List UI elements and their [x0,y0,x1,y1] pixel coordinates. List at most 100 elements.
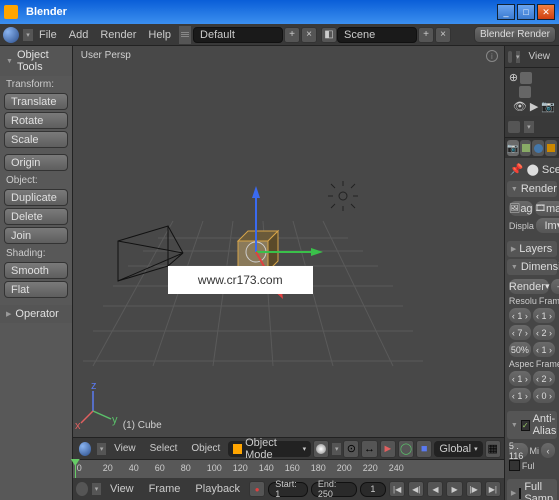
outliner-editor-icon[interactable] [508,51,512,63]
editor-type-dropdown[interactable]: ▾ [23,29,33,41]
end-frame-field[interactable]: End: 250 [311,482,357,497]
manip-rotate-icon[interactable]: ◯ [398,440,414,458]
tab-world[interactable] [532,140,544,156]
layers-button[interactable]: ▦ [485,440,501,458]
restrict-select-icon[interactable]: ▶ [530,100,538,113]
menu-render[interactable]: Render [94,29,142,41]
vp-menu-view[interactable]: View [108,443,142,454]
join-button[interactable]: Join [4,227,68,244]
antialias-check[interactable]: ✓ [521,420,530,431]
record-button[interactable]: ● [249,481,265,497]
current-frame-field[interactable]: 1 [360,482,386,497]
pivot-button[interactable]: ⊙ [343,440,359,458]
layout-remove-button[interactable]: × [301,27,317,43]
render-image-button[interactable]: 🖼 ag [509,201,533,216]
translate-button[interactable]: Translate [4,93,68,110]
smooth-button[interactable]: Smooth [4,262,68,279]
scale-button[interactable]: Scale [4,131,68,148]
operator-panel-header[interactable]: Operator [0,305,72,323]
render-preset-dropdown[interactable]: Render ▾ [509,279,550,294]
menu-help[interactable]: Help [142,29,177,41]
outliner-editor-dropdown[interactable]: ▾ [516,51,520,63]
fullsample-check[interactable] [509,460,520,471]
aa-sample-field[interactable]: 5 . 116 [509,443,528,458]
render-panel-header[interactable]: Render [507,181,557,197]
antialias-panel-header[interactable]: ✓ Anti-Alias [507,411,557,439]
play-button[interactable]: ▶ [446,481,462,497]
manip-translate-icon[interactable]: ► [380,440,396,458]
aspect-y-field[interactable]: ‹ 1 › [509,388,531,403]
properties-editor-icon[interactable] [508,121,520,133]
aspect-x-field[interactable]: ‹ 1 › [509,371,531,386]
reso-y-field[interactable]: ‹ 7 › [509,325,531,340]
next-keyframe-button[interactable]: |▶ [466,481,482,497]
restrict-render-icon[interactable]: 📷 [541,100,555,113]
render-anim-button[interactable]: 🎞 mat [535,201,559,216]
display-dropdown[interactable]: Im ▾ [536,218,559,233]
properties-editor-dropdown[interactable]: ▾ [524,121,534,133]
viewport-editor-icon[interactable] [79,442,91,456]
vp-menu-object[interactable]: Object [185,443,226,454]
reso-pct-field[interactable]: 50% [509,342,531,357]
layers-panel-header[interactable]: Layers [507,241,557,257]
pin-icon[interactable]: 📌 [510,163,524,176]
shading-mode-button[interactable] [313,440,329,458]
tab-scene[interactable] [520,140,532,156]
outliner-view-menu[interactable]: View [523,51,557,62]
rotate-button[interactable]: Rotate [4,112,68,129]
tl-menu-frame[interactable]: Frame [143,483,187,495]
delete-button[interactable]: Delete [4,208,68,225]
object-tools-panel-header[interactable]: Object Tools [0,46,72,76]
scene-browse-button[interactable]: ◧ [321,27,337,43]
orientation-dropdown[interactable]: Global▾ [434,441,482,457]
viewport-editor-dropdown[interactable]: ▾ [97,443,106,455]
fullsample-panel-header[interactable]: Full Samp [507,479,557,500]
outliner-object-row[interactable] [507,85,557,99]
screen-layout-field[interactable]: Default [193,27,283,43]
tl-menu-view[interactable]: View [104,483,140,495]
scene-field[interactable]: Scene [337,27,417,43]
render-engine-dropdown[interactable]: Blender Render [474,26,556,43]
tab-object[interactable] [545,140,557,156]
fullsample2-check[interactable] [519,488,521,499]
scene-remove-button[interactable]: × [435,27,451,43]
menu-add[interactable]: Add [63,29,95,41]
frame-end-field[interactable]: ‹ 2 › [533,325,555,340]
restrict-view-icon[interactable]: 👁 [513,100,527,113]
manip-scale-icon[interactable]: ■ [416,440,432,458]
tl-menu-playback[interactable]: Playback [189,483,246,495]
reso-x-field[interactable]: ‹ 1 › [509,308,531,323]
jump-start-button[interactable]: |◀ [389,481,405,497]
fps-field-b[interactable]: ‹ 0 › [533,388,555,403]
timeline-ruler[interactable]: 020406080100120140160180200220240 [73,460,504,478]
shading-dropdown[interactable]: ▾ [332,443,341,455]
aa-mi-field[interactable]: ‹ [541,443,555,458]
jump-end-button[interactable]: ▶| [485,481,501,497]
layout-add-button[interactable]: + [284,27,300,43]
timeline-editor-icon[interactable] [76,482,88,496]
frame-step-field[interactable]: ‹ 1 › [533,342,555,357]
tab-render[interactable]: 📷 [507,140,519,156]
start-frame-field[interactable]: Start: 1 [268,482,308,497]
origin-button[interactable]: Origin [4,154,68,171]
mode-dropdown[interactable]: Object Mode ▾ [228,441,311,457]
preset-add-button[interactable]: + [551,279,559,294]
flat-button[interactable]: Flat [4,281,68,298]
dimensions-panel-header[interactable]: Dimensions [507,259,557,275]
minimize-button[interactable]: _ [497,4,515,20]
3d-viewport[interactable]: User Persp i [73,46,504,437]
play-reverse-button[interactable]: ◀ [427,481,443,497]
close-button[interactable]: ✕ [537,4,555,20]
outliner-scene-row[interactable]: ⊕ [507,70,557,85]
fps-field-a[interactable]: ‹ 2 › [533,371,555,386]
scene-add-button[interactable]: + [418,27,434,43]
timeline-editor-dropdown[interactable]: ▾ [92,483,101,495]
prev-keyframe-button[interactable]: ◀| [408,481,424,497]
maximize-button[interactable]: □ [517,4,535,20]
timeline-cursor[interactable] [75,460,76,478]
vp-menu-select[interactable]: Select [144,443,184,454]
outliner-tree[interactable]: ⊕ 👁 ▶ 📷 [505,68,559,116]
duplicate-button[interactable]: Duplicate [4,189,68,206]
menu-file[interactable]: File [33,29,63,41]
editor-type-icon[interactable] [3,27,19,43]
